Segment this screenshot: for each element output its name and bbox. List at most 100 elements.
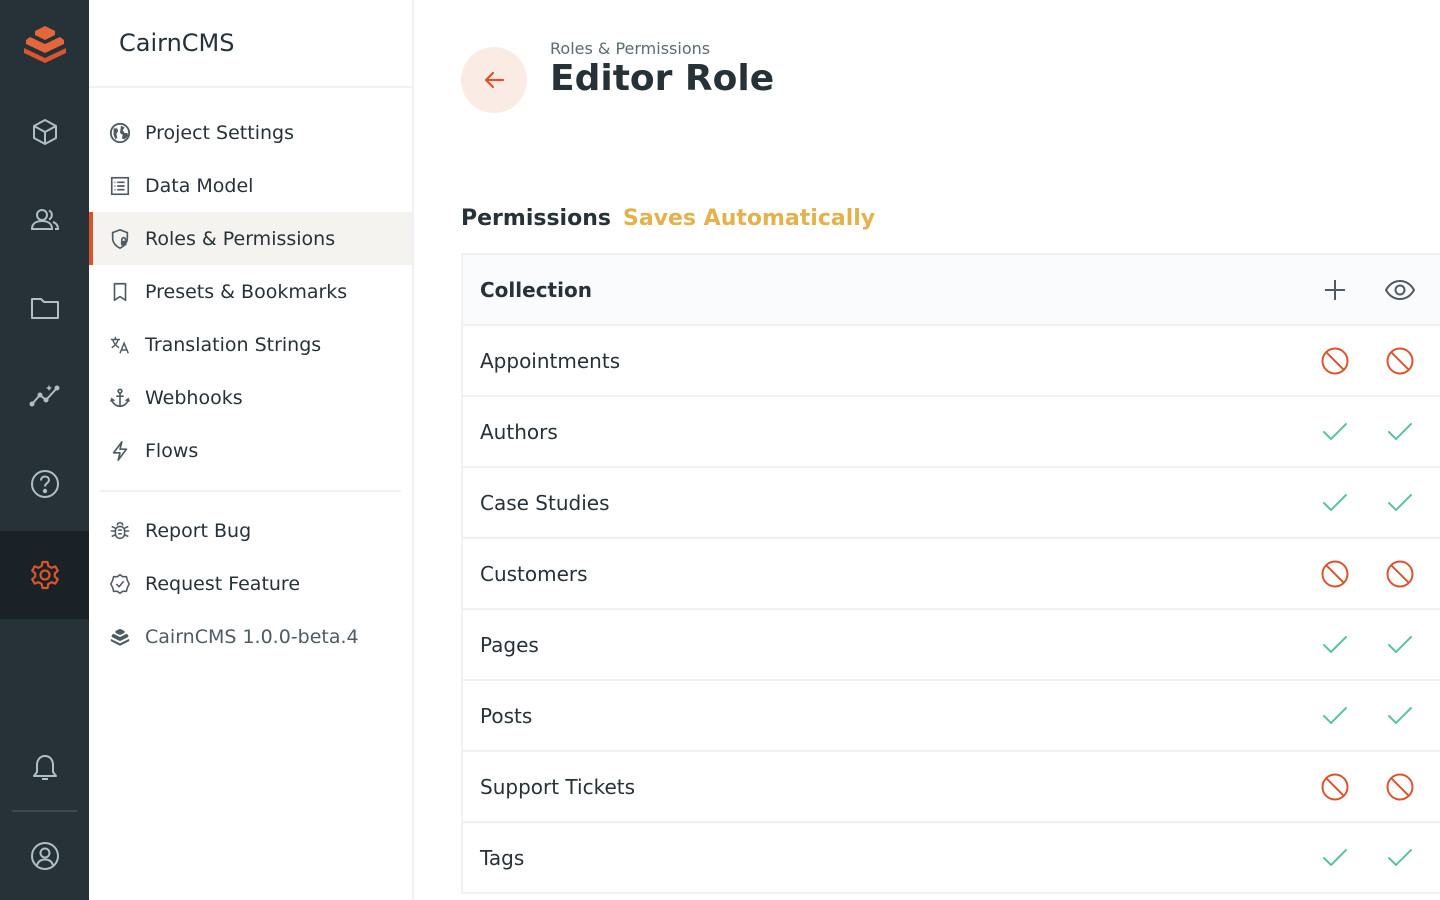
permission-row: Posts <box>463 681 1440 752</box>
create-permission-toggle[interactable] <box>1315 412 1355 452</box>
read-permission-toggle[interactable] <box>1380 767 1420 807</box>
create-permission-toggle[interactable] <box>1315 554 1355 594</box>
verified-icon <box>108 572 132 596</box>
content-module-button[interactable] <box>0 88 89 176</box>
create-permission-toggle[interactable] <box>1315 625 1355 665</box>
permissions-header-row: Collection <box>463 255 1440 326</box>
bookmark-icon <box>108 280 132 304</box>
permission-row: Authors <box>463 397 1440 468</box>
read-permission-toggle[interactable] <box>1380 696 1420 736</box>
cairn-logo-icon[interactable] <box>0 0 89 88</box>
block-icon <box>1321 560 1349 587</box>
create-permission-toggle[interactable] <box>1315 341 1355 381</box>
collection-name: Customers <box>480 561 588 586</box>
nav-item-roles-permissions[interactable]: Roles & Permissions <box>89 212 412 265</box>
folder-icon <box>30 298 59 319</box>
project-title: CairnCMS <box>89 0 412 88</box>
autosave-status: Saves Automatically <box>622 206 876 231</box>
create-permission-toggle[interactable] <box>1315 838 1355 878</box>
block-icon <box>1321 347 1349 374</box>
create-permission-toggle[interactable] <box>1315 483 1355 523</box>
check-icon <box>1388 848 1412 866</box>
check-icon <box>1388 635 1412 653</box>
collection-name: Authors <box>480 419 558 444</box>
check-icon <box>1323 493 1347 511</box>
user-menu-button[interactable] <box>0 812 89 900</box>
back-button[interactable] <box>461 47 527 113</box>
nav-item-project-settings[interactable]: Project Settings <box>89 106 412 159</box>
nav-divider <box>100 490 401 492</box>
block-icon <box>1386 347 1414 374</box>
version-label: CairnCMS 1.0.0-beta.4 <box>145 625 359 648</box>
read-column-toggle[interactable] <box>1380 270 1420 310</box>
nav-label: Project Settings <box>145 121 294 144</box>
help-module-button[interactable] <box>0 440 89 528</box>
nav-item-flows[interactable]: Flows <box>89 424 412 477</box>
read-permission-toggle[interactable] <box>1380 483 1420 523</box>
bolt-icon <box>108 439 132 463</box>
gear-icon <box>30 560 59 590</box>
bug-icon <box>108 519 132 543</box>
nav-label: Webhooks <box>145 386 243 409</box>
read-permission-toggle[interactable] <box>1380 554 1420 594</box>
read-permission-toggle[interactable] <box>1380 838 1420 878</box>
nav-label: Translation Strings <box>145 333 322 356</box>
permissions-title: Permissions <box>461 206 611 231</box>
permissions-table: Collection Appointments Authors Case Studi… <box>461 253 1440 894</box>
create-column-toggle[interactable] <box>1315 270 1355 310</box>
main-content: Roles & Permissions Editor Role Permissi… <box>414 0 1440 900</box>
bell-icon <box>32 755 57 780</box>
nav-item-translation-strings[interactable]: Translation Strings <box>89 318 412 371</box>
permissions-heading: Permissions Saves Automatically <box>461 206 875 231</box>
user-circle-icon <box>30 842 59 870</box>
shield-lock-icon <box>108 227 132 251</box>
read-permission-toggle[interactable] <box>1380 341 1420 381</box>
arrow-back-icon <box>484 71 505 89</box>
insights-icon <box>29 385 59 407</box>
users-module-button[interactable] <box>0 176 89 264</box>
check-icon <box>1323 422 1347 440</box>
cairn-logo-icon <box>108 625 132 649</box>
collection-name: Pages <box>480 632 539 657</box>
check-icon <box>1388 422 1412 440</box>
create-permission-toggle[interactable] <box>1315 767 1355 807</box>
plus-icon <box>1325 279 1345 300</box>
create-permission-toggle[interactable] <box>1315 696 1355 736</box>
collection-name: Case Studies <box>480 490 610 515</box>
nav-label: Presets & Bookmarks <box>145 280 348 303</box>
nav-item-report-bug[interactable]: Report Bug <box>89 504 412 557</box>
permission-row: Support Tickets <box>463 752 1440 823</box>
read-permission-toggle[interactable] <box>1380 625 1420 665</box>
collection-name: Support Tickets <box>480 774 636 799</box>
insights-module-button[interactable] <box>0 352 89 440</box>
read-permission-toggle[interactable] <box>1380 412 1420 452</box>
breadcrumb[interactable]: Roles & Permissions <box>550 39 710 58</box>
block-icon <box>1321 773 1349 800</box>
translate-icon <box>108 333 132 357</box>
permission-row: Pages <box>463 610 1440 681</box>
nav-label: Request Feature <box>145 572 301 595</box>
nav-item-webhooks[interactable]: Webhooks <box>89 371 412 424</box>
nav-item-presets-bookmarks[interactable]: Presets & Bookmarks <box>89 265 412 318</box>
collection-column-header: Collection <box>480 277 592 302</box>
permission-row: Appointments <box>463 326 1440 397</box>
check-icon <box>1323 848 1347 866</box>
permission-row: Customers <box>463 539 1440 610</box>
nav-label: Data Model <box>145 174 254 197</box>
nav-item-version[interactable]: CairnCMS 1.0.0-beta.4 <box>89 610 412 663</box>
box-icon <box>32 119 57 145</box>
nav-item-request-feature[interactable]: Request Feature <box>89 557 412 610</box>
check-icon <box>1388 493 1412 511</box>
files-module-button[interactable] <box>0 264 89 352</box>
collection-name: Posts <box>480 703 533 728</box>
settings-nav-list: Project Settings Data Model Roles & Perm… <box>89 88 412 663</box>
collection-name: Appointments <box>480 348 621 373</box>
check-icon <box>1388 706 1412 724</box>
settings-navigation: CairnCMS Project Settings Data Model Rol… <box>89 0 414 900</box>
nav-item-data-model[interactable]: Data Model <box>89 159 412 212</box>
notifications-button[interactable] <box>0 724 89 812</box>
anchor-icon <box>108 386 132 410</box>
permissions-rows: Appointments Authors Case Studies Customers… <box>463 326 1440 894</box>
settings-module-button[interactable] <box>0 531 89 619</box>
check-icon <box>1323 635 1347 653</box>
